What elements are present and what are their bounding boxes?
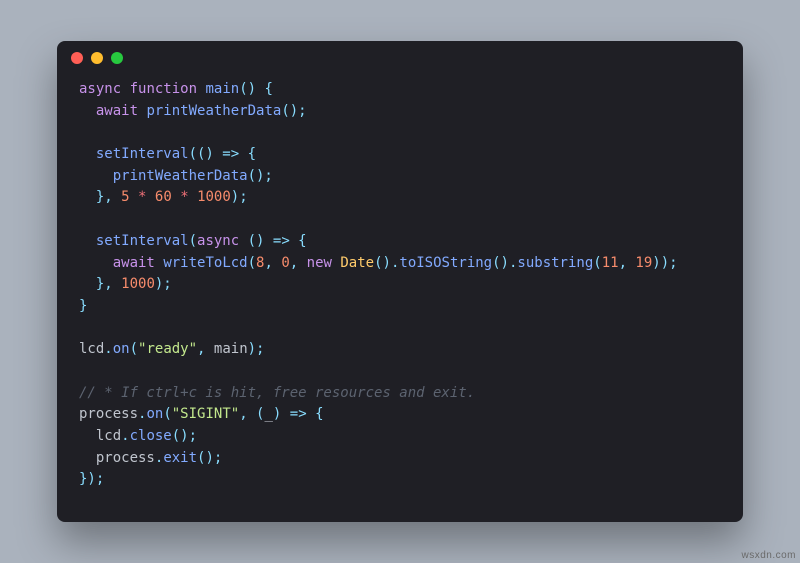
maximize-icon[interactable] (111, 52, 123, 64)
code-token-id: main (214, 341, 248, 357)
page-canvas: async function main() { await printWeath… (0, 0, 800, 563)
code-token-punc: { (264, 81, 272, 97)
watermark-text: wsxdn.com (741, 550, 796, 561)
code-token-fn: on (113, 341, 130, 357)
code-token-punc: }, (96, 189, 121, 205)
code-token-fn: substring (517, 255, 593, 271)
close-icon[interactable] (71, 52, 83, 64)
code-token-str: "ready" (138, 341, 197, 357)
minimize-icon[interactable] (91, 52, 103, 64)
code-token-num: 1000 (197, 189, 231, 205)
code-token-id: process (79, 406, 138, 422)
code-token-punc: (); (197, 450, 222, 466)
code-token-punc: }); (79, 471, 104, 487)
code-token-punc: ); (155, 276, 172, 292)
code-token-kw: new (307, 255, 332, 271)
code-token-punc: ( (248, 255, 256, 271)
code-token-punc: } (79, 298, 87, 314)
code-token-num: 60 (155, 189, 172, 205)
code-token-fn: printWeatherData (146, 103, 281, 119)
code-token-fn: setInterval (96, 146, 189, 162)
code-token-kw: function (130, 81, 197, 97)
code-token-num: 5 (121, 189, 129, 205)
code-token-fn: printWeatherData (113, 168, 248, 184)
code-token-punc: () (239, 81, 256, 97)
code-token-num: 11 (602, 255, 619, 271)
code-token-fn: main (205, 81, 239, 97)
code-token-id: _ (264, 406, 272, 422)
code-token-punc: , ( (239, 406, 264, 422)
code-token-kw: await (113, 255, 155, 271)
code-token-punc: , (290, 255, 307, 271)
code-token-punc: ( (189, 233, 197, 249)
code-token-fn: setInterval (96, 233, 189, 249)
code-token-punc: }, (96, 276, 121, 292)
code-token-kw: async (79, 81, 121, 97)
code-token-punc: )); (652, 255, 677, 271)
code-token-cmt: // * If ctrl+c is hit, free resources an… (79, 385, 475, 401)
code-token-num: 1000 (121, 276, 155, 292)
code-token-punc: (). (492, 255, 517, 271)
code-token-punc: , (264, 255, 281, 271)
code-window: async function main() { await printWeath… (57, 41, 743, 522)
code-token-punc: (); (248, 168, 273, 184)
code-token-op: * (138, 189, 146, 205)
code-token-punc: . (121, 428, 129, 444)
code-token-num: 0 (281, 255, 289, 271)
code-token-str: "SIGINT" (172, 406, 239, 422)
code-token-id: lcd (96, 428, 121, 444)
code-token-fn: on (146, 406, 163, 422)
code-token-punc: ) => { (273, 406, 324, 422)
code-token-fn: close (130, 428, 172, 444)
code-token-punc: (); (172, 428, 197, 444)
window-titlebar (57, 41, 743, 75)
code-token-punc: ( (130, 341, 138, 357)
code-token-kw: async (197, 233, 239, 249)
code-token-cls: Date (340, 255, 374, 271)
code-token-punc: ); (248, 341, 265, 357)
code-token-punc: (). (374, 255, 399, 271)
code-token-fn: exit (163, 450, 197, 466)
code-token-op: * (180, 189, 188, 205)
code-token-fn: toISOString (399, 255, 492, 271)
code-token-punc: (() => { (189, 146, 256, 162)
code-token-punc: , (197, 341, 214, 357)
code-block: async function main() { await printWeath… (57, 75, 743, 522)
code-token-punc: () => { (248, 233, 307, 249)
code-token-punc: ( (593, 255, 601, 271)
code-token-punc: . (104, 341, 112, 357)
code-token-fn: writeToLcd (163, 255, 247, 271)
code-token-punc: , (619, 255, 636, 271)
code-token-id: process (96, 450, 155, 466)
code-token-punc: ( (163, 406, 171, 422)
code-token-punc: (); (281, 103, 306, 119)
code-token-num: 19 (635, 255, 652, 271)
code-token-id: lcd (79, 341, 104, 357)
code-token-punc: ); (231, 189, 248, 205)
code-token-kw: await (96, 103, 138, 119)
